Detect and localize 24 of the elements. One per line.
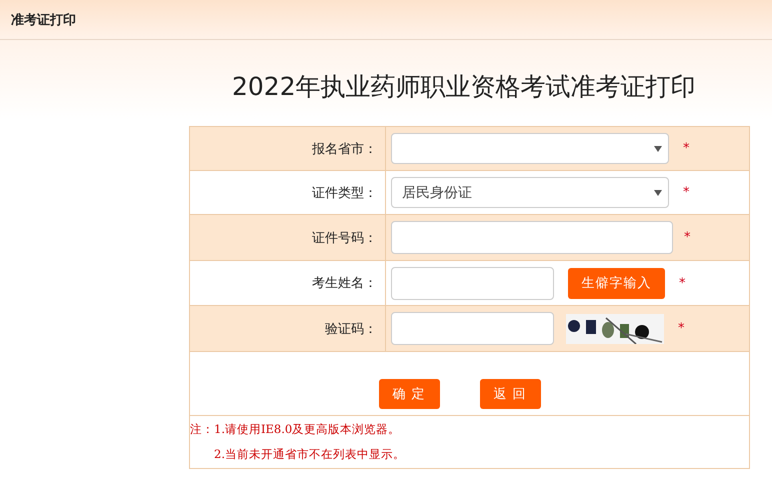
required-asterisk: * [683,141,690,156]
required-asterisk: * [678,321,684,336]
note-text: 2.当前未开通省市不在列表中显示。 [213,447,406,462]
field-label: 证件号码： [312,230,377,246]
rare-character-button[interactable]: 生僻字输入 [568,268,665,298]
note-text: 注：1.请使用IE8.0及更高版本浏览器。 [190,422,402,437]
field-label: 证件类型： [312,184,377,202]
dropdown-arrow-icon [654,190,662,196]
input-field[interactable] [391,266,554,300]
header-title: 准考证打印 [11,12,76,28]
dropdown-arrow-icon [654,146,662,152]
required-asterisk: * [683,185,690,200]
dropdown[interactable] [391,133,669,164]
dropdown[interactable]: 居民身份证 [391,177,669,208]
page-title: 2022年执业药师职业资格考试准考证打印 [231,71,697,103]
required-asterisk: * [679,276,686,290]
input-field[interactable] [391,312,554,345]
input-field[interactable] [391,221,673,254]
field-label: 考生姓名： [312,275,377,292]
confirm-button[interactable]: 确 定 [378,379,440,409]
field-label: 验证码： [325,320,377,338]
required-asterisk: * [684,230,690,245]
field-label: 报名省市： [312,140,377,158]
back-button[interactable]: 返 回 [480,379,540,409]
